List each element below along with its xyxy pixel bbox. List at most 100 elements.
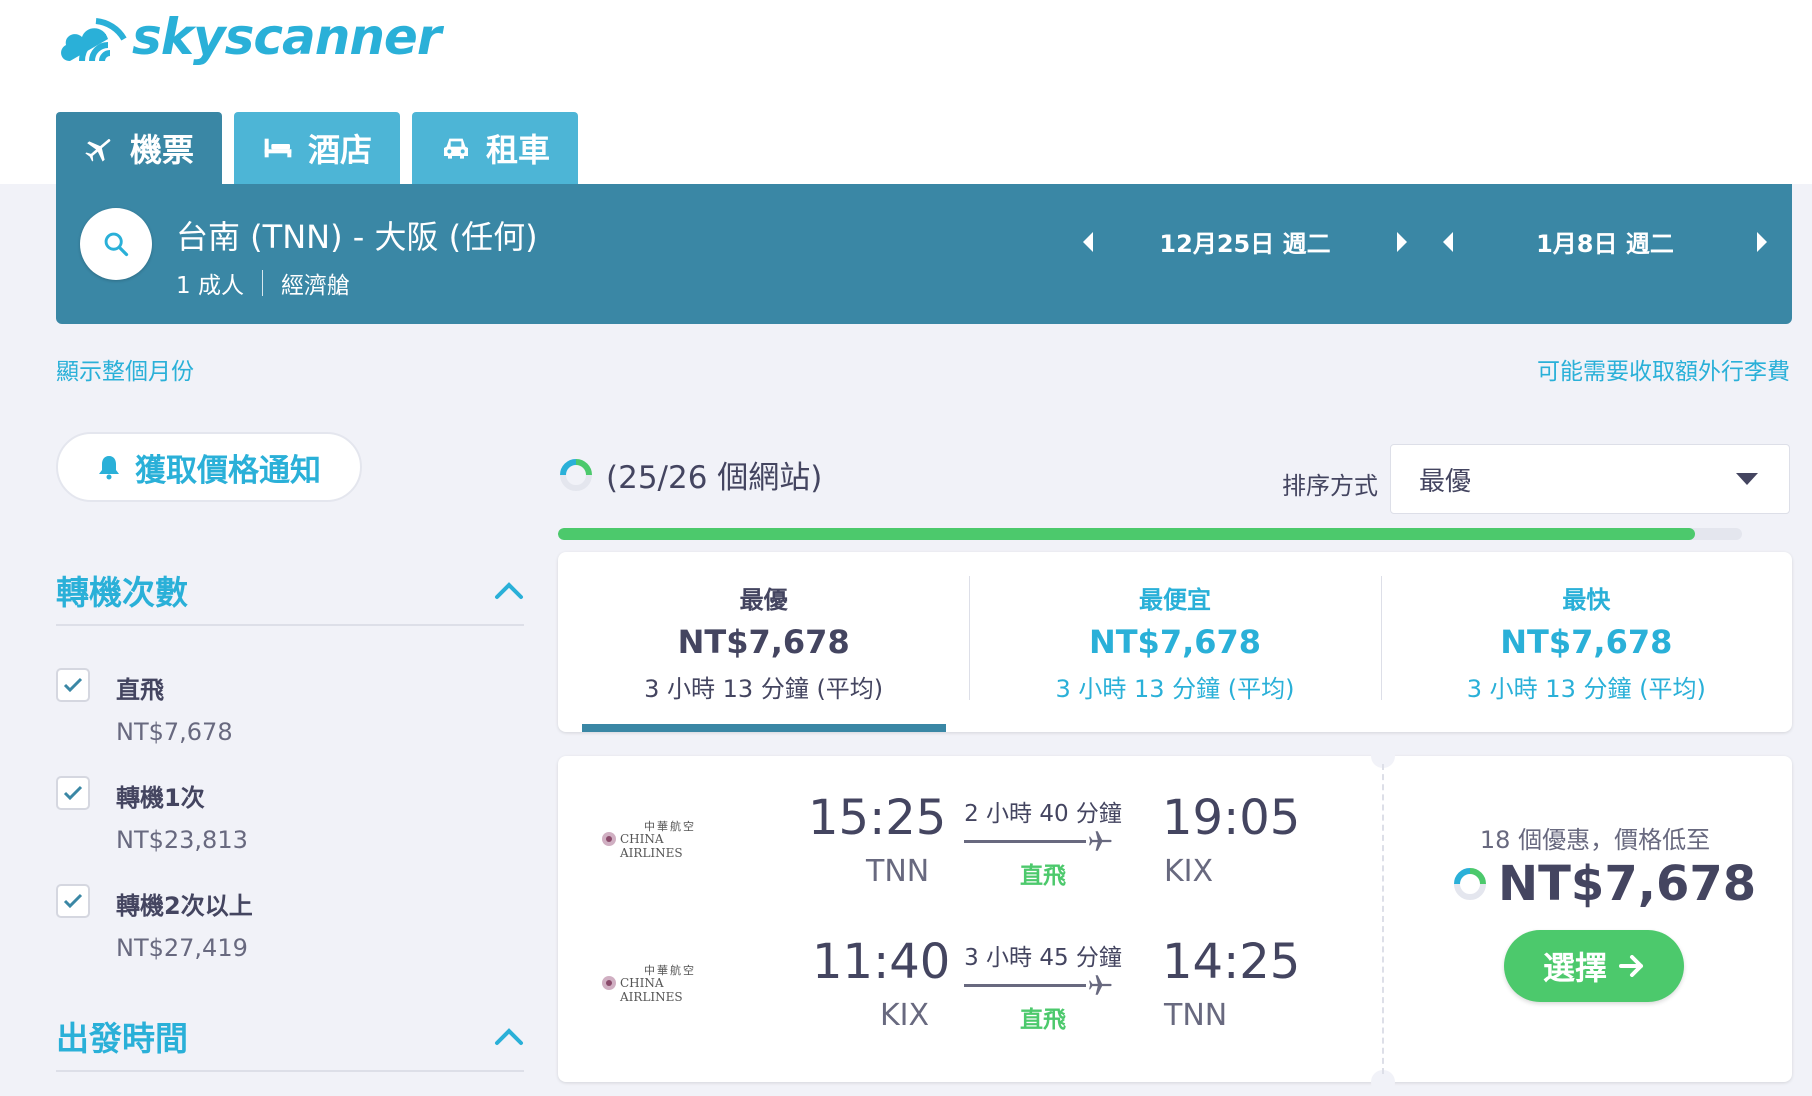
sort-label: 排序方式	[1282, 472, 1378, 500]
loading-spinner-icon	[1454, 868, 1486, 900]
price-alert-button[interactable]: 獲取價格通知	[56, 432, 362, 502]
chevron-up-icon	[495, 582, 523, 599]
prev-depart-date-button[interactable]	[1076, 228, 1100, 256]
deals-count: 18 個優惠，價格低至	[1479, 826, 1711, 854]
sort-tab-title: 最快	[1562, 586, 1611, 614]
stop-label: 轉機2次以上	[116, 892, 253, 920]
car-icon	[444, 138, 469, 159]
progress-fill	[558, 528, 1695, 540]
sort-tab-title: 最優	[739, 586, 788, 614]
checkbox-two-plus-stops[interactable]	[56, 884, 90, 918]
route-title: 台南 (TNN) - 大阪 (任何)	[176, 218, 538, 256]
next-depart-date-button[interactable]	[1390, 228, 1414, 256]
flight-result-card[interactable]: 中華航空 CHINA AIRLINES 15:25 TNN 2 小時 40 分鐘…	[558, 744, 1792, 1094]
arrow-right-icon	[1619, 955, 1643, 977]
sort-value: 最優	[1419, 466, 1472, 497]
next-return-date-button[interactable]	[1750, 228, 1774, 256]
plane-icon	[85, 139, 111, 162]
stops-indicator: 直飛	[1020, 863, 1066, 889]
arrive-airport: TNN	[1164, 998, 1228, 1033]
depart-airport: KIX	[880, 998, 930, 1033]
arrive-airport: KIX	[1164, 854, 1214, 889]
departure-time-filter-title: 出發時間	[56, 1019, 188, 1058]
sort-tab-duration: 3 小時 13 分鐘 (平均)	[644, 675, 884, 703]
skyscanner-cloud-icon	[61, 18, 127, 62]
airline-logo: 中華航空 CHINA AIRLINES	[598, 962, 728, 1004]
prev-return-date-button[interactable]	[1436, 228, 1460, 256]
departure-time-filter-header[interactable]: 出發時間	[56, 1012, 524, 1060]
tab-flights[interactable]: 機票	[56, 112, 223, 184]
passenger-summary: 1 成人 經濟艙	[176, 266, 350, 300]
show-whole-month-link[interactable]: 顯示整個月份	[56, 352, 194, 386]
search-progress: (25/26 個網站)	[558, 452, 822, 497]
caret-right-icon	[1397, 231, 1407, 252]
progress-bar	[558, 528, 1742, 540]
search-icon	[104, 232, 129, 257]
stop-label: 直飛	[116, 676, 164, 704]
bell-icon	[99, 456, 119, 480]
sort-tab-price: NT$7,678	[1088, 623, 1262, 661]
depart-airport: TNN	[866, 854, 930, 889]
stop-price: NT$7,678	[116, 718, 233, 746]
return-date-nav: 1月8日 週二	[1436, 224, 1774, 259]
stops-indicator: 直飛	[1020, 1007, 1066, 1033]
baggage-fee-link[interactable]: 可能需要收取額外行李費	[1537, 352, 1790, 386]
airline-name-en: CHINA AIRLINES	[620, 976, 683, 1004]
checkbox-one-stop[interactable]	[56, 776, 90, 810]
caret-down-icon	[1736, 473, 1758, 485]
cabin-class: 經濟艙	[280, 273, 350, 299]
checkbox-direct[interactable]	[56, 668, 90, 702]
passengers: 1 成人	[176, 273, 244, 299]
tab-car-hire[interactable]: 租車	[412, 112, 579, 184]
tab-label: 租車	[486, 131, 551, 169]
flight-line	[964, 840, 1086, 843]
tab-hotels[interactable]: 酒店	[234, 112, 401, 184]
caret-left-icon	[1443, 231, 1453, 252]
sort-tab-price: NT$7,678	[677, 623, 850, 661]
tab-label: 機票	[130, 131, 195, 169]
stops-filter-header[interactable]: 轉機次數	[56, 566, 524, 614]
depart-time: 11:40	[812, 934, 951, 990]
sort-tab-duration: 3 小時 13 分鐘 (平均)	[1466, 675, 1706, 703]
stop-label: 轉機1次	[116, 784, 205, 812]
ticket-divider	[1382, 764, 1384, 1074]
active-tab-indicator	[582, 724, 946, 732]
airline-logo: 中華航空 CHINA AIRLINES	[598, 818, 728, 860]
sort-tab-price: NT$7,678	[1500, 623, 1673, 661]
skyscanner-logo[interactable]: skyscanner	[56, 8, 442, 66]
stop-price: NT$27,419	[116, 934, 248, 962]
edit-search-button[interactable]	[80, 208, 152, 280]
progress-text: (25/26 個網站)	[606, 460, 823, 496]
divider	[56, 624, 524, 626]
loading-spinner-icon	[560, 458, 592, 491]
flight-duration: 3 小時 45 分鐘	[964, 945, 1122, 971]
select-button[interactable]: 選擇	[1504, 930, 1684, 1002]
sort-tab-fastest[interactable]: 最快 NT$7,678 3 小時 13 分鐘 (平均)	[1380, 552, 1792, 732]
check-icon	[63, 893, 83, 909]
logo-text: skyscanner	[132, 8, 442, 66]
price-alert-label: 獲取價格通知	[135, 452, 321, 489]
caret-left-icon	[1083, 231, 1093, 252]
check-icon	[63, 677, 83, 693]
arrive-time: 19:05	[1162, 790, 1301, 846]
sort-tab-cheapest[interactable]: 最便宜 NT$7,678 3 小時 13 分鐘 (平均)	[969, 552, 1380, 732]
result-price: NT$7,678	[1452, 856, 1756, 912]
sort-select[interactable]: 最優	[1390, 444, 1790, 514]
divider	[56, 1070, 524, 1072]
return-date[interactable]: 1月8日 週二	[1460, 224, 1750, 259]
sort-tab-title: 最便宜	[1138, 586, 1211, 614]
return-leg: 中華航空 CHINA AIRLINES 11:40 KIX 3 小時 45 分鐘…	[558, 900, 1368, 1033]
depart-date[interactable]: 12月25日 週二	[1100, 224, 1390, 259]
search-summary: 台南 (TNN) - 大阪 (任何) 1 成人 經濟艙 12月25日 週二 1月…	[56, 184, 1792, 324]
sort-tab-duration: 3 小時 13 分鐘 (平均)	[1055, 675, 1295, 703]
flight-line	[964, 984, 1086, 987]
plane-icon	[1089, 975, 1112, 995]
sort-tabs: 最優 NT$7,678 3 小時 13 分鐘 (平均) 最便宜 NT$7,678…	[558, 552, 1792, 732]
arrive-time: 14:25	[1162, 934, 1301, 990]
caret-right-icon	[1757, 231, 1767, 252]
stops-filter-title: 轉機次數	[56, 573, 188, 612]
china-airlines-plum-icon	[602, 976, 616, 990]
divider	[261, 270, 263, 296]
chevron-up-icon	[495, 1028, 523, 1045]
sort-tab-best[interactable]: 最優 NT$7,678 3 小時 13 分鐘 (平均)	[558, 552, 969, 732]
